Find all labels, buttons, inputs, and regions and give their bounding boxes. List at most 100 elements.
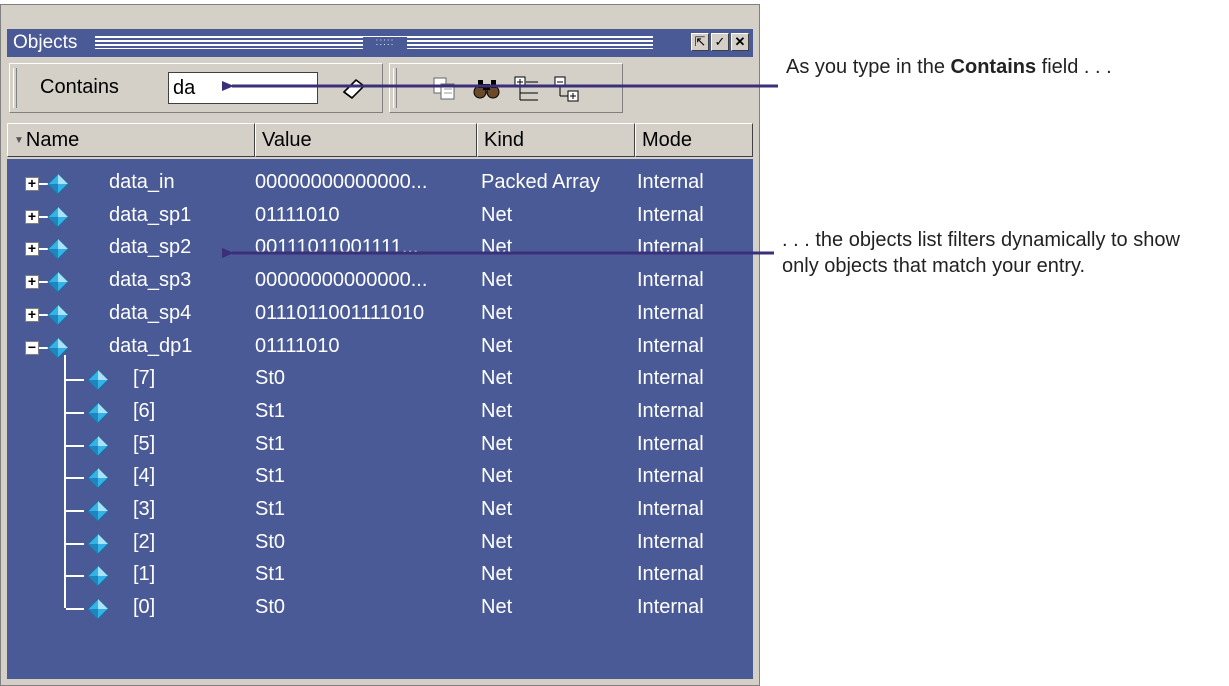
object-kind: Net	[481, 432, 513, 455]
annotation-text: field . . .	[1036, 56, 1112, 78]
object-value: St1	[255, 432, 286, 455]
object-kind: Net	[481, 269, 513, 292]
object-mode: Internal	[637, 269, 704, 292]
object-value: St0	[255, 367, 286, 390]
net-diamond-icon	[87, 500, 109, 522]
list-item[interactable]: [1] St1 Net Internal	[7, 559, 753, 591]
find-icon[interactable]	[472, 74, 502, 104]
net-diamond-icon	[87, 369, 109, 391]
list-item[interactable]: + data_sp2 00111011001111... Net Internal	[7, 232, 753, 264]
copy-icon[interactable]	[430, 74, 460, 104]
toolbar: Contains	[7, 61, 753, 119]
object-name: data_dp1	[109, 334, 193, 357]
filter-toolbar-group: Contains	[9, 63, 383, 113]
net-diamond-icon	[87, 402, 109, 424]
close-icon[interactable]: ✕	[731, 33, 749, 51]
object-mode: Internal	[637, 301, 704, 324]
object-mode: Internal	[637, 596, 704, 619]
net-diamond-icon	[47, 205, 69, 228]
object-mode: Internal	[637, 465, 704, 488]
tree-line	[66, 510, 84, 512]
dock-icon[interactable]: ✓	[711, 33, 729, 51]
list-item[interactable]: [7] St0 Net Internal	[7, 363, 753, 395]
tree-toolbar-group	[389, 63, 623, 113]
list-item[interactable]: [5] St1 Net Internal	[7, 429, 753, 461]
net-diamond-icon	[47, 238, 69, 261]
object-kind: Net	[481, 530, 513, 553]
header-value[interactable]: Value	[255, 123, 477, 157]
tree-line	[66, 411, 84, 414]
list-item[interactable]: [4] St1 Net Internal	[7, 461, 753, 493]
list-item[interactable]: + data_in 00000000000000... Packed Array Int…	[7, 167, 753, 199]
object-value: 01111010	[255, 334, 340, 357]
object-value: 0111011001111010	[255, 301, 425, 324]
float-icon[interactable]: ⇱	[691, 33, 709, 51]
header-name-label: Name	[25, 129, 80, 151]
object-name: [4]	[133, 465, 156, 488]
object-kind: Net	[481, 367, 513, 390]
annotation-bold: Contains	[950, 56, 1037, 78]
object-value: 00000000000000...	[255, 269, 428, 292]
object-value: 00000000000000...	[255, 171, 428, 193]
object-value: St0	[255, 530, 286, 553]
object-kind: Net	[481, 596, 513, 619]
object-name: data_in	[109, 171, 175, 193]
list-item[interactable]: [2] St0 Net Internal	[7, 527, 753, 559]
object-value: St0	[255, 596, 286, 619]
object-kind: Net	[481, 563, 513, 586]
collapse-tree-icon[interactable]	[552, 74, 582, 104]
list-item[interactable]: + data_sp4 0111011001111010 Net Internal	[7, 298, 753, 330]
toolbar-handle[interactable]	[393, 68, 397, 108]
tree-line	[66, 542, 84, 545]
collapse-icon[interactable]: −	[25, 340, 39, 355]
object-name: [2]	[133, 530, 156, 553]
window-title: Objects	[13, 32, 78, 53]
list-item[interactable]: + data_sp3 00000000000000... Net Internal	[7, 265, 753, 297]
expand-tree-icon[interactable]	[512, 74, 542, 104]
tree-line	[66, 444, 84, 447]
object-mode: Internal	[637, 236, 704, 259]
object-mode: Internal	[637, 203, 704, 226]
net-diamond-icon	[47, 304, 69, 326]
object-mode: Internal	[637, 432, 704, 455]
expand-icon[interactable]: +	[25, 241, 39, 257]
net-diamond-icon	[87, 565, 109, 588]
title-bar[interactable]: Objects ::::: ⇱ ✓ ✕	[7, 29, 753, 57]
header-name[interactable]: ▼ Name	[7, 123, 255, 157]
object-value: St1	[255, 563, 286, 586]
tree-vline	[64, 354, 66, 609]
net-diamond-icon	[87, 532, 109, 555]
object-kind: Net	[481, 399, 513, 422]
annotation-text: As you type in the	[786, 56, 951, 78]
tree-line	[66, 379, 84, 382]
object-kind: Packed Array	[481, 171, 600, 193]
sort-arrow-icon[interactable]: ▼	[14, 135, 24, 146]
list-item[interactable]: [0] St0 Net Internal	[7, 592, 753, 624]
object-mode: Internal	[637, 367, 704, 390]
net-diamond-icon	[47, 173, 69, 195]
expand-icon[interactable]: +	[25, 274, 39, 290]
expand-icon[interactable]: +	[25, 307, 39, 322]
toolbar-handle[interactable]	[13, 68, 17, 108]
list-item[interactable]: [3] St1 Net Internal	[7, 494, 753, 526]
list-item[interactable]: − data_dp1 01111010 Net Internal	[7, 331, 753, 363]
object-mode: Internal	[637, 563, 704, 586]
object-value: St1	[255, 465, 286, 488]
list-item[interactable]: + data_sp1 01111010 Net Internal	[7, 200, 753, 232]
contains-input[interactable]	[168, 72, 318, 104]
object-value: 01111010	[255, 203, 340, 226]
expand-icon[interactable]: +	[25, 176, 39, 191]
object-name: data_sp1	[109, 203, 192, 226]
objects-list[interactable]: + data_in 00000000000000... Packed Array Int…	[7, 159, 753, 679]
eraser-icon[interactable]	[340, 74, 370, 102]
tree-line	[66, 575, 84, 578]
contains-label: Contains	[40, 76, 119, 98]
object-kind: Net	[481, 334, 513, 357]
header-mode[interactable]: Mode	[635, 123, 753, 157]
header-kind[interactable]: Kind	[477, 123, 635, 157]
expand-icon[interactable]: +	[25, 209, 39, 224]
grip-dots: :::::	[363, 37, 407, 49]
list-item[interactable]: [6] St1 Net Internal	[7, 396, 753, 428]
net-diamond-icon	[87, 467, 109, 490]
object-kind: Net	[481, 498, 513, 520]
